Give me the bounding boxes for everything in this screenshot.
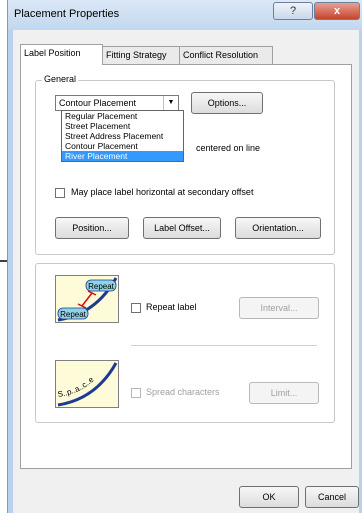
close-icon: x (333, 5, 341, 17)
placement-type-dropdown: Regular Placement Street Placement Stree… (61, 110, 184, 162)
placement-properties-window: Placement Properties ? x Label Position … (7, 0, 362, 513)
tab-conflict-resolution[interactable]: Conflict Resolution (179, 46, 273, 64)
orientation-button[interactable]: Orientation... (235, 217, 321, 239)
dropdown-item[interactable]: Street Placement (62, 121, 183, 131)
label-offset-button[interactable]: Label Offset... (143, 217, 221, 239)
placement-type-value: Contour Placement (59, 98, 137, 108)
svg-text:S..p..a..c..e: S..p..a..c..e (57, 375, 96, 399)
spread-illustration-text: S..p..a..c..e (57, 375, 96, 399)
limit-button[interactable]: Limit... (249, 382, 319, 404)
secondary-offset-checkbox[interactable] (55, 188, 65, 198)
tab-fitting-strategy[interactable]: Fitting Strategy (102, 46, 180, 64)
dropdown-item[interactable]: Contour Placement (62, 141, 183, 151)
chevron-down-icon[interactable]: ▼ (163, 96, 178, 110)
repeat-illustration: Repeat Repeat (55, 275, 119, 323)
repeat-curve-diagram: Repeat Repeat (57, 277, 118, 322)
spread-characters-checkbox[interactable] (131, 388, 141, 398)
centered-on-line-label: centered on line (196, 143, 261, 153)
interval-button[interactable]: Interval... (239, 297, 319, 319)
help-icon: ? (289, 5, 297, 17)
general-group-label: General (42, 74, 79, 84)
ok-button[interactable]: OK (239, 486, 299, 508)
options-button[interactable]: Options... (191, 92, 263, 114)
repeat-label-text: Repeat label (146, 302, 197, 312)
secondary-offset-label: May place label horizontal at secondary … (71, 187, 254, 197)
close-button[interactable]: x (314, 2, 360, 20)
spread-characters-label: Spread characters (146, 387, 220, 397)
group-separator (131, 345, 317, 346)
repeat-label-checkbox[interactable] (131, 303, 141, 313)
spread-curve-diagram: S..p..a..c..e (57, 362, 118, 407)
position-button[interactable]: Position... (55, 217, 129, 239)
dropdown-item-selected[interactable]: River Placement (62, 151, 183, 161)
cancel-button[interactable]: Cancel (305, 486, 359, 508)
help-button[interactable]: ? (273, 2, 313, 20)
tab-label-position[interactable]: Label Position (20, 44, 103, 65)
dropdown-item[interactable]: Street Address Placement (62, 131, 183, 141)
repeat-top-text: Repeat (88, 282, 115, 291)
window-title: Placement Properties (14, 8, 120, 20)
dropdown-item[interactable]: Regular Placement (62, 111, 183, 121)
repeat-bottom-text: Repeat (60, 310, 87, 319)
title-bar: Placement Properties ? x (8, 0, 362, 30)
placement-type-combo[interactable]: Contour Placement ▼ (55, 95, 179, 111)
dialog-client: Label Position Fitting Strategy Conflict… (13, 30, 359, 513)
spread-illustration: S..p..a..c..e (55, 360, 119, 408)
